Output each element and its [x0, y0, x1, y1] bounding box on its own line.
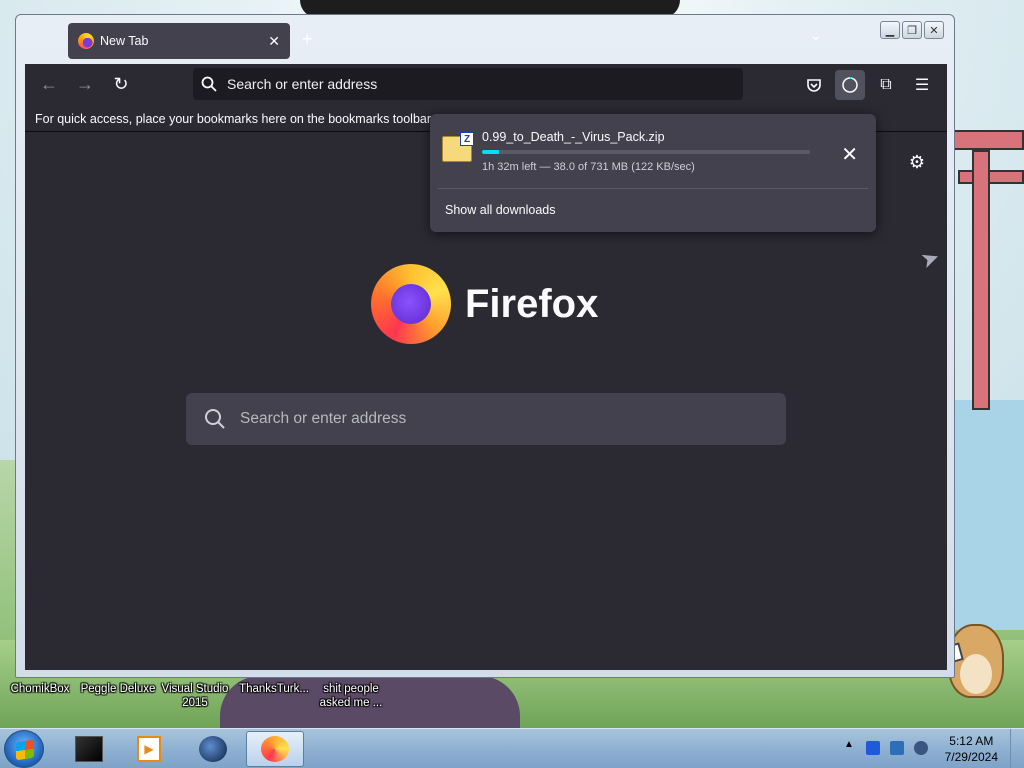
pocket-icon[interactable]: [799, 70, 829, 100]
send-icon[interactable]: ➤: [917, 244, 943, 275]
clock[interactable]: 5:12 AM 7/29/2024: [945, 733, 998, 765]
nav-toolbar: ← → ↻ Search or enter address ⧉ ☰: [25, 64, 947, 104]
content-search-input[interactable]: Search or enter address: [186, 393, 786, 445]
search-icon: [201, 76, 217, 92]
minimize-button[interactable]: ▁: [880, 21, 900, 39]
taskbar-app-box[interactable]: [60, 731, 118, 767]
url-bar[interactable]: Search or enter address: [193, 68, 743, 100]
wallpaper-torii-gate: [952, 30, 1024, 410]
clock-date: 7/29/2024: [944, 750, 998, 764]
volume-icon[interactable]: [914, 741, 928, 755]
desktop-icon-shit-people[interactable]: shit people asked me ...: [316, 682, 386, 710]
taskbar-app-media[interactable]: ▶: [120, 731, 178, 767]
downloads-panel: Z 0.99_to_Death_-_Virus_Pack.zip 1h 32m …: [430, 114, 876, 232]
download-item[interactable]: Z 0.99_to_Death_-_Virus_Pack.zip 1h 32m …: [430, 114, 876, 180]
taskbar-app-globe[interactable]: [184, 731, 242, 767]
tab-title: New Tab: [100, 34, 149, 48]
system-tray: ▲ 5:12 AM 7/29/2024: [838, 729, 1024, 768]
bookmarks-hint: For quick access, place your bookmarks h…: [35, 112, 434, 126]
firefox-wordmark: Firefox: [465, 281, 599, 326]
gear-icon[interactable]: ⚙: [909, 152, 925, 173]
zip-badge: Z: [460, 132, 474, 146]
url-placeholder: Search or enter address: [227, 76, 378, 92]
extensions-icon[interactable]: ⧉: [871, 70, 901, 100]
taskbar: ▶ ▲ 5:12 AM 7/29/2024: [0, 728, 1024, 768]
window-controls: ▁ ❐ ✕: [880, 21, 944, 39]
network-icon[interactable]: [890, 741, 904, 755]
download-progress-fill: [482, 150, 500, 154]
divider: [438, 188, 868, 189]
content-search-placeholder: Search or enter address: [240, 410, 407, 427]
forward-icon[interactable]: →: [73, 72, 97, 96]
download-progress-bar: [482, 150, 810, 154]
taskbar-app-firefox[interactable]: [246, 731, 304, 767]
clock-time: 5:12 AM: [949, 734, 994, 748]
back-icon[interactable]: ←: [37, 72, 61, 96]
desktop-icon-thanksturk[interactable]: ThanksTurk...: [234, 682, 314, 696]
window-close-button[interactable]: ✕: [924, 21, 944, 39]
list-all-tabs-icon[interactable]: ⌄: [810, 27, 822, 44]
maximize-button[interactable]: ❐: [902, 21, 922, 39]
desktop-icon-peggle[interactable]: Peggle Deluxe: [78, 682, 158, 696]
tab-close-icon[interactable]: ✕: [268, 33, 280, 50]
downloads-icon[interactable]: [835, 70, 865, 100]
download-filename: 0.99_to_Death_-_Virus_Pack.zip: [482, 130, 665, 144]
new-tab-button[interactable]: +: [302, 29, 313, 50]
firefox-tab-icon: [78, 33, 94, 49]
show-desktop-button[interactable]: [1010, 729, 1024, 768]
menu-icon[interactable]: ☰: [907, 70, 937, 100]
show-all-downloads-button[interactable]: Show all downloads: [445, 203, 556, 217]
firefox-logo: [371, 264, 451, 344]
cancel-download-icon[interactable]: ✕: [841, 142, 858, 167]
tray-expand-icon[interactable]: ▲: [844, 739, 854, 750]
download-status: 1h 32m left — 38.0 of 731 MB (122 KB/sec…: [482, 161, 695, 173]
browser-content: ← → ↻ Search or enter address ⧉ ☰ For qu…: [25, 64, 947, 670]
desktop-icon-chomikbox[interactable]: ChomikBox: [6, 682, 74, 696]
desktop-icon-visual-studio[interactable]: Visual Studio 2015: [160, 682, 230, 710]
search-icon: [205, 409, 225, 429]
reload-icon[interactable]: ↻: [109, 72, 133, 96]
firefox-branding: Firefox: [371, 264, 598, 344]
tray-app-icon[interactable]: [866, 741, 880, 755]
start-button[interactable]: [4, 730, 44, 768]
zip-file-icon: Z: [442, 132, 474, 162]
tab-new-tab[interactable]: New Tab ✕: [68, 23, 290, 59]
firefox-window: ▁ ❐ ✕ New Tab ✕ + ⌄ ← → ↻ Search or ente…: [15, 14, 955, 678]
